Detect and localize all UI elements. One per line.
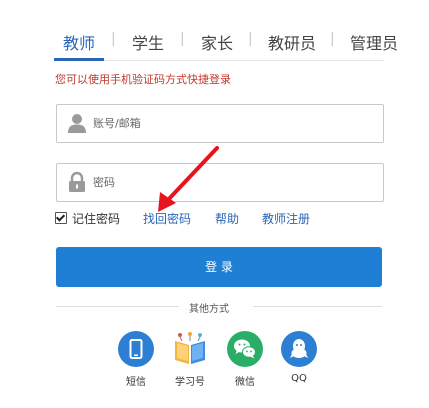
tab-researcher[interactable]: 教研员 <box>268 30 316 54</box>
tab-student[interactable]: 学生 <box>132 30 164 54</box>
tab-separator: | <box>248 31 253 47</box>
qq-login-option[interactable]: QQ <box>269 331 329 384</box>
remember-password[interactable]: 记住密码 <box>55 210 120 227</box>
sms-login-tip[interactable]: 您可以使用手机验证码方式快捷登录 <box>55 71 231 87</box>
study-id-label: 学习号 <box>175 377 205 388</box>
divider-left <box>56 306 179 307</box>
active-tab-indicator <box>54 58 104 61</box>
book-icon <box>172 331 208 367</box>
qq-label: QQ <box>291 373 307 384</box>
tab-admin[interactable]: 管理员 <box>350 30 398 54</box>
sms-label: 短信 <box>126 377 146 388</box>
wechat-login-option[interactable]: 微信 <box>215 331 275 388</box>
account-field[interactable] <box>56 104 384 143</box>
user-icon <box>66 112 88 134</box>
tab-parent[interactable]: 家长 <box>201 30 233 54</box>
qq-icon <box>281 331 317 367</box>
forgot-password-link[interactable]: 找回密码 <box>143 210 191 227</box>
tab-separator: | <box>180 31 185 47</box>
remember-label: 记住密码 <box>72 212 121 226</box>
tab-separator: | <box>111 31 116 47</box>
teacher-register-link[interactable]: 教师注册 <box>262 210 310 227</box>
login-button[interactable]: 登 录 <box>56 247 382 287</box>
remember-checkbox[interactable] <box>55 212 67 224</box>
tab-teacher[interactable]: 教师 <box>63 30 95 54</box>
password-input[interactable] <box>93 170 363 194</box>
divider-right <box>253 306 382 307</box>
phone-icon <box>118 331 154 367</box>
wechat-icon <box>227 331 263 367</box>
help-link[interactable]: 帮助 <box>215 210 239 227</box>
sms-login-option[interactable]: 短信 <box>106 331 166 388</box>
password-field[interactable] <box>56 163 384 202</box>
tab-separator: | <box>330 31 335 47</box>
wechat-label: 微信 <box>235 377 255 388</box>
study-id-login-option[interactable]: 学习号 <box>160 331 220 388</box>
other-methods-title: 其他方式 <box>189 304 229 315</box>
account-input[interactable] <box>93 111 363 135</box>
lock-icon <box>66 171 88 193</box>
